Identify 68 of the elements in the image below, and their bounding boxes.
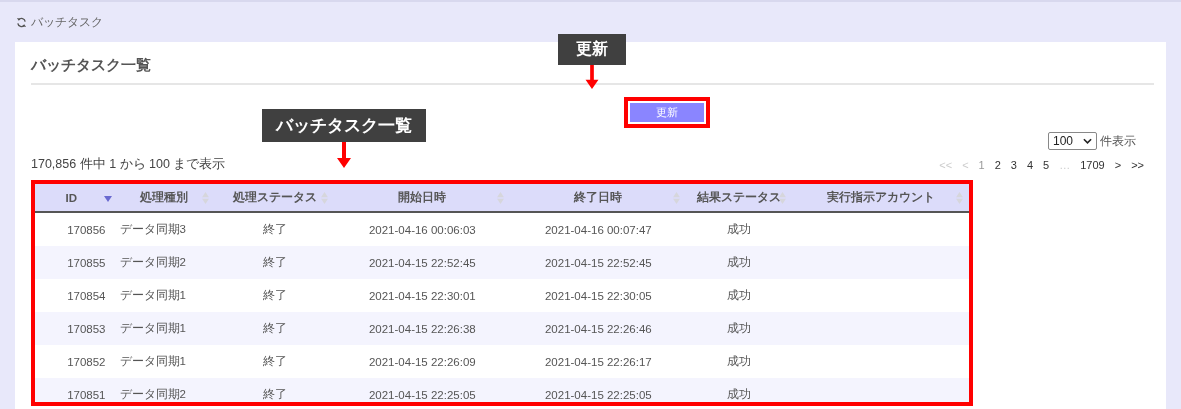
- page-link[interactable]: >>: [1131, 158, 1144, 171]
- table-cell: データ同期1: [119, 289, 186, 301]
- table-cell: データ同期3: [119, 223, 186, 235]
- column-header[interactable]: 処理ステータス: [215, 184, 335, 212]
- breadcrumb[interactable]: バッチタスク: [31, 13, 103, 31]
- page-size-label: 件表示: [1100, 132, 1136, 150]
- callout-label: バッチタスク一覧: [262, 109, 426, 142]
- table-cell: 成功: [727, 355, 752, 367]
- page-link[interactable]: 5: [1043, 158, 1050, 171]
- table-cell: 2021-04-15 22:30:05: [544, 289, 652, 302]
- table-cell: 2021-04-15 22:26:38: [368, 322, 476, 335]
- table-cell: 成功: [727, 322, 752, 334]
- sort-desc-icon: [103, 196, 112, 202]
- table-cell: 2021-04-16 00:07:47: [544, 223, 652, 236]
- table-cell: データ同期2: [119, 256, 186, 268]
- page-link[interactable]: 3: [1010, 158, 1017, 171]
- table-cell: 成功: [727, 223, 752, 235]
- table-cell: 170853: [67, 322, 106, 335]
- arrow-icon: [337, 142, 351, 168]
- table-cell: 2021-04-15 22:30:01: [368, 289, 476, 302]
- page-link[interactable]: 4: [1026, 158, 1034, 171]
- table-cell: 170851: [67, 388, 106, 401]
- page-link[interactable]: 1709: [1080, 158, 1105, 171]
- table-cell: 2021-04-15 22:25:05: [368, 388, 476, 401]
- table-cell: 2021-04-15 22:26:17: [544, 355, 652, 368]
- chevron-icon: [1083, 138, 1092, 144]
- arrow-icon: [585, 65, 599, 89]
- page-link[interactable]: >: [1114, 158, 1122, 171]
- column-header[interactable]: ID: [35, 184, 114, 212]
- table-cell: データ同期1: [119, 355, 186, 367]
- table-cell: 170856: [67, 223, 106, 236]
- table-cell: 2021-04-15 22:52:45: [368, 256, 476, 269]
- table-cell: 終了: [262, 256, 287, 268]
- table-cell: データ同期2: [119, 388, 186, 400]
- table-cell: 2021-04-15 22:25:05: [544, 388, 652, 401]
- table-cell: 170852: [67, 355, 106, 368]
- table-cell: 終了: [262, 223, 287, 235]
- column-header[interactable]: 終了日時: [510, 184, 687, 212]
- sort-icon: [956, 192, 963, 204]
- column-header[interactable]: 開始日時: [334, 184, 511, 212]
- column-header[interactable]: 処理種別: [113, 184, 216, 212]
- table-cell: 2021-04-15 22:52:45: [544, 256, 652, 269]
- page-size-select[interactable]: 100: [1047, 132, 1097, 150]
- column-header[interactable]: 実行指示アカウント: [792, 184, 969, 212]
- sort-icon: [497, 192, 505, 204]
- table-cell: 170855: [67, 256, 106, 269]
- page-link[interactable]: 2: [994, 158, 1001, 171]
- table-cell: 成功: [727, 388, 752, 400]
- page-link[interactable]: 1: [978, 158, 985, 171]
- table-cell: 2021-04-15 22:26:46: [544, 322, 652, 335]
- record-count: 170,856 件中 1 から 100 まで表示: [31, 156, 226, 173]
- sort-icon: [202, 192, 210, 204]
- table-cell: 終了: [262, 388, 287, 400]
- column-header[interactable]: 結果ステータス: [686, 184, 793, 212]
- sort-icon: [779, 192, 787, 204]
- refresh-button[interactable]: 更新: [629, 103, 704, 122]
- table-cell: 170854: [67, 289, 106, 302]
- table-cell: 終了: [262, 355, 287, 367]
- sort-icon: [321, 192, 329, 204]
- table-cell: 終了: [262, 289, 287, 301]
- table-cell: 成功: [727, 256, 752, 268]
- table-cell: 成功: [727, 289, 752, 301]
- refresh-icon: [16, 16, 27, 28]
- table-cell: 2021-04-15 22:26:09: [368, 355, 476, 368]
- table-cell: 終了: [262, 322, 287, 334]
- table-cell: データ同期1: [119, 322, 186, 334]
- sort-icon: [673, 192, 681, 204]
- table-cell: 2021-04-16 00:06:03: [368, 223, 476, 236]
